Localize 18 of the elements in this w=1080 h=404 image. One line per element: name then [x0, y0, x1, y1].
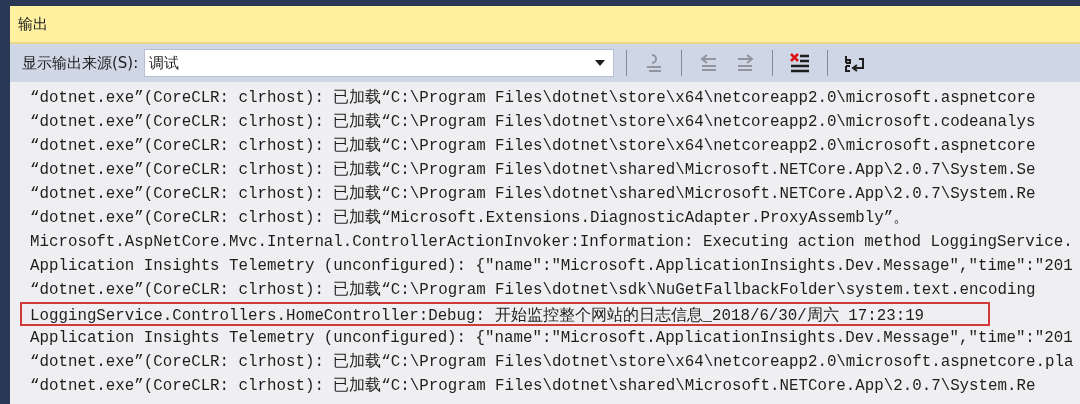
- output-line: Application Insights Telemetry (unconfigured): {"name":"Microsoft.ApplicationInsights.Dev.Message","time":"201: [29, 256, 1074, 277]
- output-line: “dotnet.exe”(CoreCLR: clrhost): 已加载“Microsoft.Extensions.DiagnosticAdapter.ProxyAssembly”。: [29, 208, 911, 229]
- source-label: 显示输出来源(S):: [22, 53, 139, 73]
- next-icon: [735, 53, 756, 73]
- output-line: Application Insights Telemetry (unconfigured): {"name":"Microsoft.ApplicationInsights.Dev.Message","time":"201: [29, 328, 1074, 349]
- panel-title: 输出: [18, 14, 48, 34]
- output-line: “dotnet.exe”(CoreCLR: clrhost): 已加载“C:\Program Files\dotnet\shared\Microsoft.NETCore.App\2.0.7\System.Re: [29, 376, 1037, 397]
- output-line: “dotnet.exe”(CoreCLR: clrhost): 已加载“C:\Program Files\dotnet\sdk\NuGetFallbackFolder\system.text.encoding: [29, 280, 1037, 301]
- caret-icon: [595, 60, 606, 66]
- output-line: “dotnet.exe”(CoreCLR: clrhost): 已加载“C:\Program Files\dotnet\shared\Microsoft.NETCore.App\2.0.7\System.Se: [29, 160, 1037, 181]
- output-line: “dotnet.exe”(CoreCLR: clrhost): 已加载“C:\Program Files\dotnet\store\x64\netcoreapp2.0\microsoft.aspnetcore.pla: [29, 352, 1075, 373]
- output-line: “dotnet.exe”(CoreCLR: clrhost): 已加载“C:\Program Files\dotnet\store\x64\netcoreapp2.0\microsoft.aspnetcore: [29, 88, 1037, 109]
- output-line: “dotnet.exe”(CoreCLR: clrhost): 已加载“C:\Program Files\dotnet\shared\Microsoft.NETCore.App\2.0.7\System.Re: [29, 184, 1037, 205]
- output-line: “dotnet.exe”(CoreCLR: clrhost): 已加载“C:\Program Files\dotnet\store\x64\netcoreapp2.0\microsoft.aspnetcore: [29, 136, 1037, 157]
- output-line: “dotnet.exe”(CoreCLR: clrhost): 已加载“C:\Program Files\dotnet\store\x64\netcoreapp2.0\microsoft.codeanalys: [29, 112, 1037, 133]
- clear-all-icon: [789, 52, 812, 74]
- output-line: Microsoft.AspNetCore.Mvc.Internal.ControllerActionInvoker:Information: Executing action method LoggingService.: [29, 232, 1074, 253]
- source-dropdown[interactable]: 调试: [144, 49, 615, 77]
